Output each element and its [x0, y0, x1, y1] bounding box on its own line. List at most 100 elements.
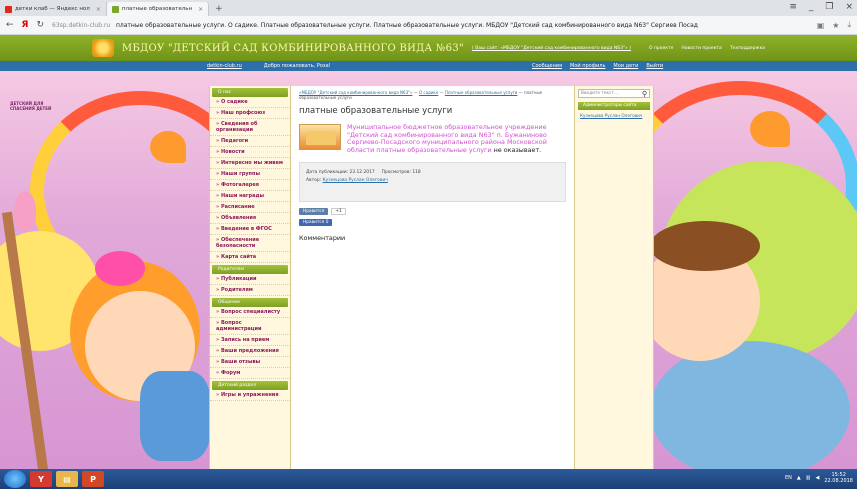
- network-icon[interactable]: ▥: [806, 475, 811, 481]
- admin-link[interactable]: Кузнецова Руслан Олегович: [575, 110, 653, 121]
- browser-tab-2[interactable]: платные образовательн ×: [106, 2, 210, 16]
- breadcrumb-about[interactable]: О садике: [419, 90, 438, 95]
- menu-item-announcements[interactable]: Объявления: [210, 213, 290, 224]
- menu-item-safety[interactable]: Обеспечение безопасности: [210, 235, 290, 252]
- minimize-icon[interactable]: _: [809, 2, 814, 12]
- browser-tabbar: детки клаб — Яндекс нол × платные образо…: [0, 0, 857, 16]
- url-domain: 63sp.detkin-club.ru: [52, 21, 111, 29]
- vk-like-count: +1: [331, 208, 346, 215]
- search-placeholder: Введите текст...: [581, 91, 619, 96]
- author-link[interactable]: Кузнецова Руслан Олегович: [323, 178, 388, 183]
- top-link-news[interactable]: Новости проекта: [681, 46, 721, 51]
- girl-dress: [140, 371, 210, 461]
- menu-item-groups[interactable]: Наши группы: [210, 169, 290, 180]
- post-body: Муниципальное бюджетное образовательное …: [299, 123, 566, 154]
- menu-item-parents[interactable]: Родителям: [210, 285, 290, 296]
- top-link-about[interactable]: О проекте: [649, 46, 673, 51]
- yandex-favicon-icon: [5, 5, 12, 13]
- tab-label: детки клаб — Яндекс нол: [15, 6, 90, 12]
- girl-bow: [95, 251, 145, 286]
- breadcrumb-paid-services[interactable]: Платные образовательные услуги: [445, 90, 518, 95]
- menu-item-forum[interactable]: Форум: [210, 368, 290, 379]
- new-tab-button[interactable]: +: [209, 2, 229, 16]
- back-arrow-icon[interactable]: ←: [6, 20, 14, 30]
- menu-item-org-info[interactable]: Сведения об организации: [210, 119, 290, 136]
- menu-item-schedule[interactable]: Расписание: [210, 202, 290, 213]
- close-tab-icon[interactable]: ×: [96, 6, 101, 13]
- section-about: О нас: [212, 88, 288, 97]
- menu-item-interesting[interactable]: Интересно мы живем: [210, 158, 290, 169]
- view-count: Просмотров: 118: [381, 170, 421, 175]
- restore-icon[interactable]: ❐: [825, 2, 833, 12]
- menu-item-teachers[interactable]: Педагоги: [210, 136, 290, 147]
- close-window-icon[interactable]: ×: [845, 2, 853, 12]
- children-link[interactable]: Мои дети: [613, 63, 638, 69]
- clock-date: 22.08.2018: [824, 478, 853, 484]
- menu-item-about-kindergarten[interactable]: О садике: [210, 97, 290, 108]
- user-bar: detkin-club.ru Добро пожаловать, Роза! С…: [0, 61, 857, 71]
- messages-link[interactable]: Сообщения: [532, 63, 562, 69]
- vk-like-button[interactable]: Нравится: [299, 208, 329, 215]
- menu-icon[interactable]: ≡: [789, 2, 797, 12]
- menu-item-ask-admin[interactable]: Вопрос администрации: [210, 318, 290, 335]
- search-input[interactable]: Введите текст... ⚲: [578, 89, 650, 98]
- language-indicator[interactable]: EN: [785, 475, 792, 481]
- screen: детки клаб — Яндекс нол × платные образо…: [0, 0, 857, 489]
- menu-item-ask-specialist[interactable]: Вопрос специалисту: [210, 307, 290, 318]
- right-sidebar: Введите текст... ⚲ Администраторы сайта …: [574, 86, 654, 469]
- section-communication: Общение: [212, 298, 288, 307]
- menu-item-suggestions[interactable]: Ваши предложения: [210, 346, 290, 357]
- close-tab-icon[interactable]: ×: [198, 6, 203, 13]
- address-bar: ← Я ↻ 63sp.detkin-club.ru платные образо…: [0, 16, 857, 35]
- download-icon[interactable]: ⤓: [847, 20, 851, 30]
- start-button-icon[interactable]: [4, 470, 26, 488]
- url-title: платные образовательные услуги. О садике…: [115, 21, 698, 29]
- greeting-text: Добро пожаловать, Роза!: [263, 63, 331, 69]
- menu-item-awards[interactable]: Наши награды: [210, 191, 290, 202]
- bookmark-star-icon[interactable]: ★: [832, 21, 839, 30]
- menu-item-news[interactable]: Новости: [210, 147, 290, 158]
- post-text-end: не оказывает.: [491, 145, 542, 154]
- tray-arrow-icon[interactable]: ▲: [797, 475, 801, 481]
- menu-item-photos[interactable]: Фотогалерея: [210, 180, 290, 191]
- yandex-logo-icon[interactable]: Я: [22, 20, 29, 30]
- menu-item-games[interactable]: Игры и упражнения: [210, 390, 290, 401]
- section-parents: Родителям: [212, 265, 288, 274]
- url-field[interactable]: 63sp.detkin-club.ru платные образователь…: [52, 22, 809, 29]
- system-tray: EN ▲ ▥ ◀ 15:52 22.08.2018: [785, 472, 853, 484]
- site-title[interactable]: МБДОУ "ДЕТСКИЙ САД КОМБИНИРОВАННОГО ВИДА…: [122, 43, 464, 54]
- browser-tab-1[interactable]: детки клаб — Яндекс нол ×: [0, 2, 107, 16]
- site-logo-icon[interactable]: [91, 39, 114, 57]
- clock[interactable]: 15:52 22.08.2018: [824, 472, 853, 484]
- explorer-taskbar-icon[interactable]: ▤: [56, 471, 78, 487]
- volume-icon[interactable]: ◀: [816, 475, 820, 481]
- window-controls: ≡ _ ❐ ×: [789, 2, 853, 12]
- post-image: [299, 124, 341, 150]
- brush-tip: [14, 191, 36, 231]
- reload-icon[interactable]: ↻: [36, 20, 44, 30]
- menu-item-sitemap[interactable]: Карта сайта: [210, 252, 290, 263]
- post-text: Муниципальное бюджетное образовательное …: [347, 123, 566, 154]
- search-icon[interactable]: ⚲: [642, 90, 647, 98]
- yandex-browser-taskbar-icon[interactable]: Y: [30, 471, 52, 487]
- menu-item-publications[interactable]: Публикации: [210, 274, 290, 285]
- left-sidebar: О нас О садике Наш профсоюз Сведения об …: [209, 86, 291, 469]
- tab-label: платные образовательн: [121, 6, 193, 12]
- butterfly-left: [150, 131, 186, 163]
- menu-item-reviews[interactable]: Ваши отзывы: [210, 357, 290, 368]
- powerpoint-taskbar-icon[interactable]: P: [82, 471, 104, 487]
- fb-like-button[interactable]: Нравится 0: [299, 219, 333, 226]
- top-link-support[interactable]: Техподдержка: [730, 46, 765, 51]
- logout-link[interactable]: Выйти: [646, 63, 663, 69]
- menu-item-fgos[interactable]: Введение в ФГОС: [210, 224, 290, 235]
- taskbar: Y ▤ P EN ▲ ▥ ◀ 15:52 22.08.2018: [0, 469, 857, 489]
- bg-logo-text: ДЕТСКИЙ ДЛЯ СПАСЕНИЯ ДЕТЕЙ: [10, 101, 52, 111]
- menu-item-union[interactable]: Наш профсоюз: [210, 108, 290, 119]
- post-meta: Дата публикации: 23.12.2017 Просмотров: …: [299, 162, 566, 202]
- portal-link[interactable]: detkin-club.ru: [207, 63, 242, 69]
- profile-link[interactable]: Мой профиль: [570, 63, 605, 69]
- site-subtitle-link[interactable]: ( Ваш сайт: «МБДОУ "Детский сад комбинир…: [472, 46, 631, 51]
- menu-item-appointment[interactable]: Запись на прием: [210, 335, 290, 346]
- reader-icon[interactable]: ▣: [817, 21, 825, 30]
- page-title: платные образовательные услуги: [299, 106, 453, 116]
